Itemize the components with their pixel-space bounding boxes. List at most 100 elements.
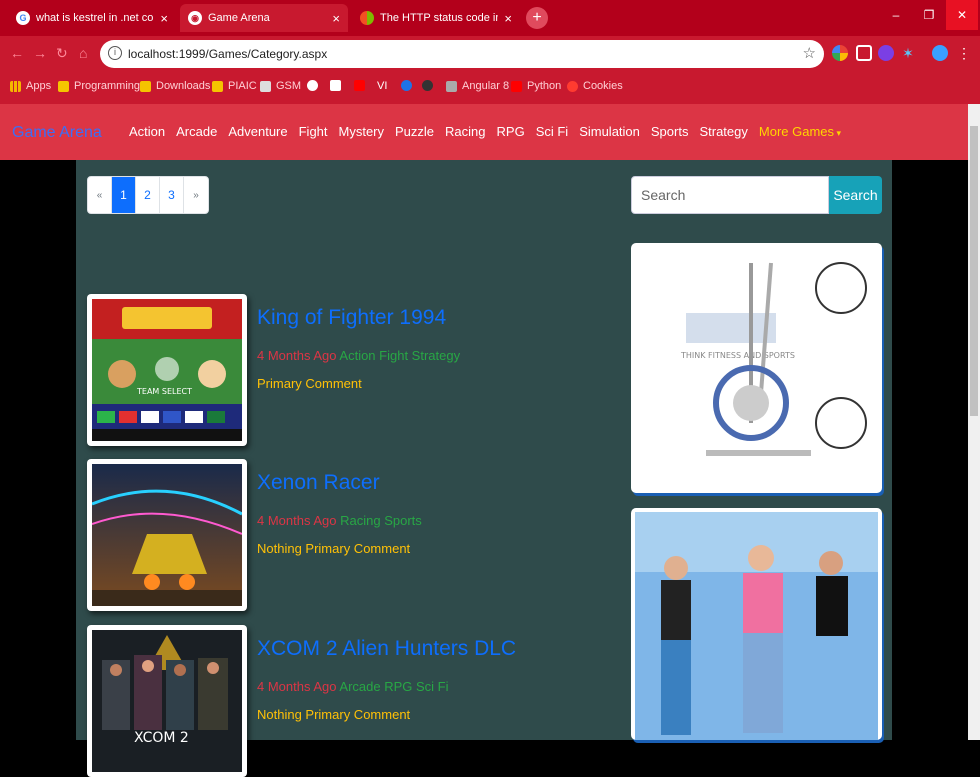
menu-item-adventure[interactable]: Adventure	[228, 124, 287, 139]
menu-item-sports[interactable]: Sports	[651, 124, 689, 139]
game-card: XCOM 2 XCOM 2 Alien Hunters DLC 4 Months…	[87, 625, 647, 777]
game-categories[interactable]: Racing Sports	[340, 513, 422, 528]
browser-tab-1[interactable]: G what is kestrel in .net core - Goo ×	[8, 4, 176, 32]
window-close-button[interactable]: ✕	[946, 0, 978, 30]
extension-purple-icon[interactable]	[878, 45, 894, 61]
pagination-prev[interactable]: «	[88, 177, 112, 213]
browser-tab-bar: G what is kestrel in .net core - Goo × ◉…	[0, 0, 980, 36]
browser-tab-2[interactable]: ◉ Game Arena ×	[180, 4, 348, 32]
game-title-link[interactable]: XCOM 2 Alien Hunters DLC	[257, 637, 516, 661]
extension-red-icon[interactable]	[856, 45, 872, 61]
bookmark-gsm[interactable]: GSM	[260, 80, 301, 92]
game-thumbnail[interactable]	[87, 459, 247, 611]
back-icon[interactable]: ←	[10, 45, 24, 61]
ad-image	[635, 512, 878, 740]
bookmark-python[interactable]: Python	[511, 80, 561, 92]
game-title-link[interactable]: Xenon Racer	[257, 471, 380, 495]
home-icon[interactable]: ⌂	[79, 45, 87, 61]
google-icon: G	[16, 11, 30, 25]
game-card: Xenon Racer 4 Months Ago Racing Sports N…	[87, 459, 647, 611]
bookmark-star-icon[interactable]: ☆	[803, 44, 816, 62]
github-icon	[422, 80, 433, 91]
site-brand[interactable]: Game Arena	[12, 124, 102, 142]
more-games-dropdown[interactable]: More Games	[759, 124, 841, 139]
game-card: TEAM SELECT King of Fighter 1994 4 Month…	[87, 294, 647, 446]
profile-avatar[interactable]	[932, 45, 948, 61]
menu-item-scifi[interactable]: Sci Fi	[536, 124, 569, 139]
maximize-button[interactable]: ❐	[913, 0, 945, 30]
site-favicon-icon: ◉	[188, 11, 202, 25]
thumbnail-caption: TEAM SELECT	[136, 387, 192, 396]
game-age: 4 Months Ago	[257, 679, 337, 694]
menu-item-fight[interactable]: Fight	[299, 124, 328, 139]
folder-icon	[58, 80, 69, 92]
bookmark-info[interactable]	[401, 80, 417, 91]
close-tab-icon[interactable]: ×	[160, 11, 168, 26]
game-categories[interactable]: Action Fight Strategy	[339, 348, 460, 363]
pagination: « 1 2 3 »	[87, 176, 209, 214]
new-tab-button[interactable]: +	[526, 7, 548, 29]
bookmark-youtube[interactable]	[354, 80, 370, 91]
search-button[interactable]: Search	[829, 176, 882, 214]
forward-icon[interactable]: →	[33, 45, 47, 61]
info-icon	[401, 80, 412, 91]
site-navbar: Game Arena Action Arcade Adventure Fight…	[0, 104, 968, 160]
game-title-link[interactable]: King of Fighter 1994	[257, 306, 446, 330]
info-icon[interactable]: i	[108, 46, 122, 60]
bookmark-cookies[interactable]: Cookies	[567, 80, 623, 92]
menu-item-simulation[interactable]: Simulation	[579, 124, 640, 139]
menu-dots-icon[interactable]: ⋮	[956, 45, 972, 61]
bookmark-downloads[interactable]: Downloads	[140, 80, 210, 92]
game-categories[interactable]: Arcade RPG Sci Fi	[339, 679, 448, 694]
bookmark-angular[interactable]: Angular 8	[446, 80, 509, 92]
reload-icon[interactable]: ↻	[56, 45, 68, 62]
bookmark-vi[interactable]: VI	[377, 80, 387, 92]
game-thumbnail-image: XCOM 2	[92, 630, 242, 772]
apps-grid-icon	[10, 80, 21, 92]
menu-item-rpg[interactable]: RPG	[497, 124, 525, 139]
game-thumbnail-image	[91, 464, 243, 606]
bookmark-programming[interactable]: Programming	[58, 80, 140, 92]
pagination-page-3[interactable]: 3	[160, 177, 184, 213]
game-thumbnail[interactable]: XCOM 2	[87, 625, 247, 777]
pagination-page-1[interactable]: 1	[112, 177, 136, 213]
folder-icon	[140, 80, 151, 92]
ad-banner-fitness-class[interactable]	[631, 508, 882, 740]
bookmark-gmail[interactable]: M	[330, 80, 346, 91]
game-comment: Nothing Primary Comment	[257, 707, 411, 722]
youtube-icon	[354, 80, 365, 91]
bookmark-github[interactable]	[422, 80, 438, 91]
close-tab-icon[interactable]: ×	[332, 11, 340, 26]
menu-item-strategy[interactable]: Strategy	[699, 124, 747, 139]
google-icon	[307, 80, 318, 91]
bookmark-piaic[interactable]: PIAIC	[212, 80, 257, 92]
bookmark-google[interactable]	[307, 80, 323, 91]
page-scrollbar[interactable]	[968, 104, 980, 740]
search-input[interactable]	[631, 176, 829, 214]
game-age: 4 Months Ago	[257, 513, 337, 528]
address-bar[interactable]: i localhost:1999/Games/Category.aspx ☆	[100, 40, 824, 68]
menu-item-arcade[interactable]: Arcade	[176, 124, 217, 139]
bookmark-apps[interactable]: Apps	[10, 80, 51, 92]
menu-item-mystery[interactable]: Mystery	[339, 124, 385, 139]
menu-item-racing[interactable]: Racing	[445, 124, 485, 139]
game-thumbnail[interactable]: TEAM SELECT	[87, 294, 247, 446]
browser-tab-3[interactable]: The HTTP status code in IIS 7.0, I ×	[352, 4, 520, 32]
extension-star-icon[interactable]: ✶	[900, 45, 916, 61]
close-tab-icon[interactable]: ×	[504, 11, 512, 26]
pagination-next[interactable]: »	[184, 177, 208, 213]
game-comment: Primary Comment	[257, 376, 362, 391]
menu-item-action[interactable]: Action	[129, 124, 165, 139]
gmail-icon	[330, 80, 341, 91]
scrollbar-thumb[interactable]	[970, 126, 978, 416]
youtube-icon	[511, 80, 522, 92]
minimize-button[interactable]: –	[880, 0, 912, 30]
game-meta: 4 Months Ago Action Fight Strategy	[257, 348, 460, 363]
game-age: 4 Months Ago	[257, 348, 337, 363]
gsm-icon	[260, 80, 271, 92]
menu-item-puzzle[interactable]: Puzzle	[395, 124, 434, 139]
extension-drive-icon[interactable]	[832, 45, 848, 61]
microsoft-icon	[360, 11, 374, 25]
ad-banner-fitness-equipment[interactable]: THINK FITNESS AND SPORTS	[631, 243, 882, 493]
pagination-page-2[interactable]: 2	[136, 177, 160, 213]
